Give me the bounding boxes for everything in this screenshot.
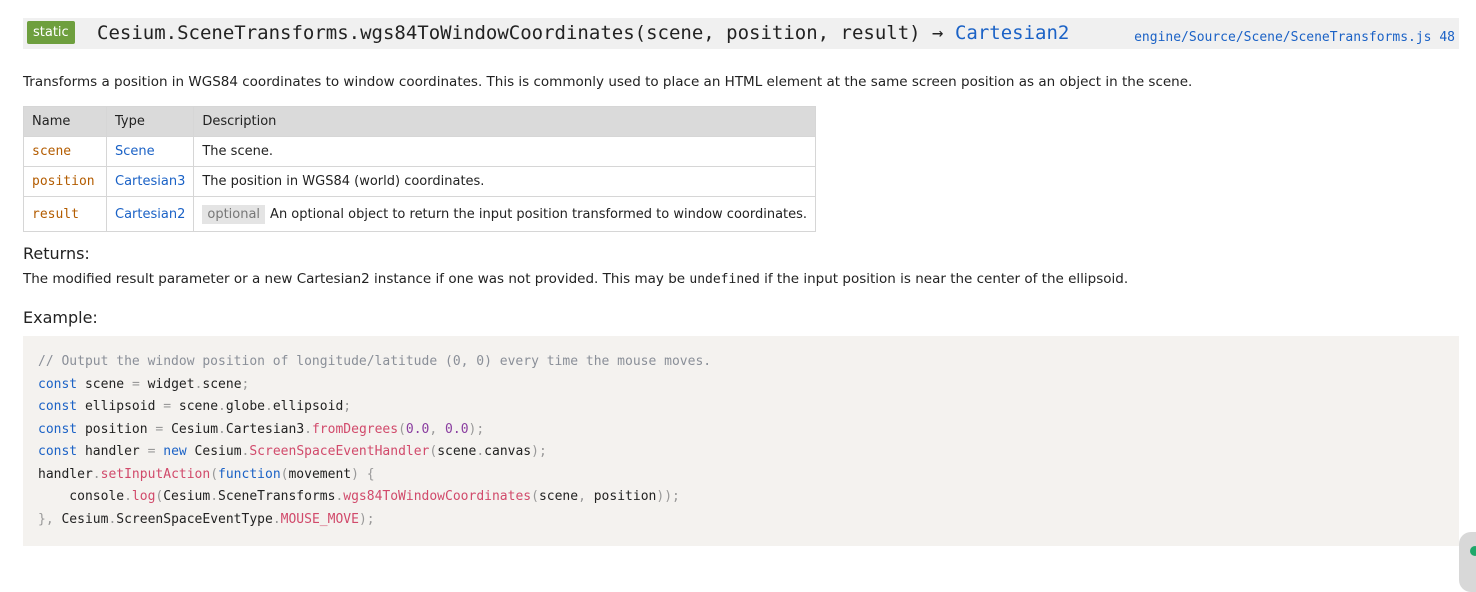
returns-heading: Returns: (23, 244, 90, 263)
parameters-table: Name Type Description scene Scene The sc… (23, 106, 817, 232)
table-header-row: Name Type Description (23, 106, 817, 137)
source-link[interactable]: engine/Source/Scene/SceneTransforms.js 4… (1134, 30, 1455, 45)
param-description: The scene. (193, 136, 817, 167)
code-line: handler.setInputAction(function(movement… (38, 466, 375, 482)
code-line: // Output the window position of longitu… (38, 354, 712, 369)
header-name: Name (23, 106, 107, 137)
static-badge: static (27, 21, 75, 44)
header-description: Description (193, 106, 817, 137)
return-type-link[interactable]: Cartesian2 (955, 22, 1069, 44)
param-name: scene (23, 136, 107, 167)
returns-text-after: if the input position is near the center… (759, 271, 1129, 287)
example-code: // Output the window position of longitu… (38, 351, 711, 531)
param-type-link[interactable]: Scene (105, 136, 195, 167)
param-description: The position in WGS84 (world) coordinate… (193, 166, 817, 197)
param-name: result (23, 196, 107, 232)
returns-undefined-code: undefined (689, 272, 760, 287)
code-line: console.log(Cesium.SceneTransforms.wgs84… (38, 489, 680, 504)
method-header: static Cesium.SceneTransforms.wgs84ToWin… (23, 18, 1459, 49)
code-line: const handler = new Cesium.ScreenSpaceEv… (38, 444, 547, 459)
status-dot-icon (1470, 546, 1476, 556)
table-row: position Cartesian3 The position in WGS8… (23, 166, 817, 197)
code-line: const scene = widget.scene; (38, 376, 250, 392)
param-type-link[interactable]: Cartesian3 (105, 166, 195, 197)
optional-badge: optional (202, 204, 266, 224)
scroll-to-top-button[interactable] (1459, 532, 1476, 592)
returns-text-before: The modified result parameter or a new C… (23, 271, 690, 287)
method-description: Transforms a position in WGS84 coordinat… (23, 74, 1193, 90)
returns-text: The modified result parameter or a new C… (23, 269, 1128, 290)
header-type: Type (105, 106, 195, 137)
code-line: const position = Cesium.Cartesian3.fromD… (38, 421, 485, 437)
code-line: const ellipsoid = scene.globe.ellipsoid; (38, 399, 352, 414)
example-heading: Example: (23, 308, 98, 327)
param-description: An optional object to return the input p… (270, 206, 808, 222)
table-row: scene Scene The scene. (23, 136, 817, 167)
example-code-block[interactable]: // Output the window position of longitu… (23, 336, 1459, 546)
param-name: position (23, 166, 107, 197)
param-type-link[interactable]: Cartesian2 (105, 196, 195, 232)
code-line: }, Cesium.ScreenSpaceEventType.MOUSE_MOV… (38, 511, 375, 527)
param-description-cell: optional An optional object to return the… (193, 196, 817, 232)
method-signature: Cesium.SceneTransforms.wgs84ToWindowCoor… (97, 20, 1069, 46)
table-row: result Cartesian2 optional An optional ob… (23, 196, 817, 232)
signature-text: Cesium.SceneTransforms.wgs84ToWindowCoor… (97, 22, 955, 44)
